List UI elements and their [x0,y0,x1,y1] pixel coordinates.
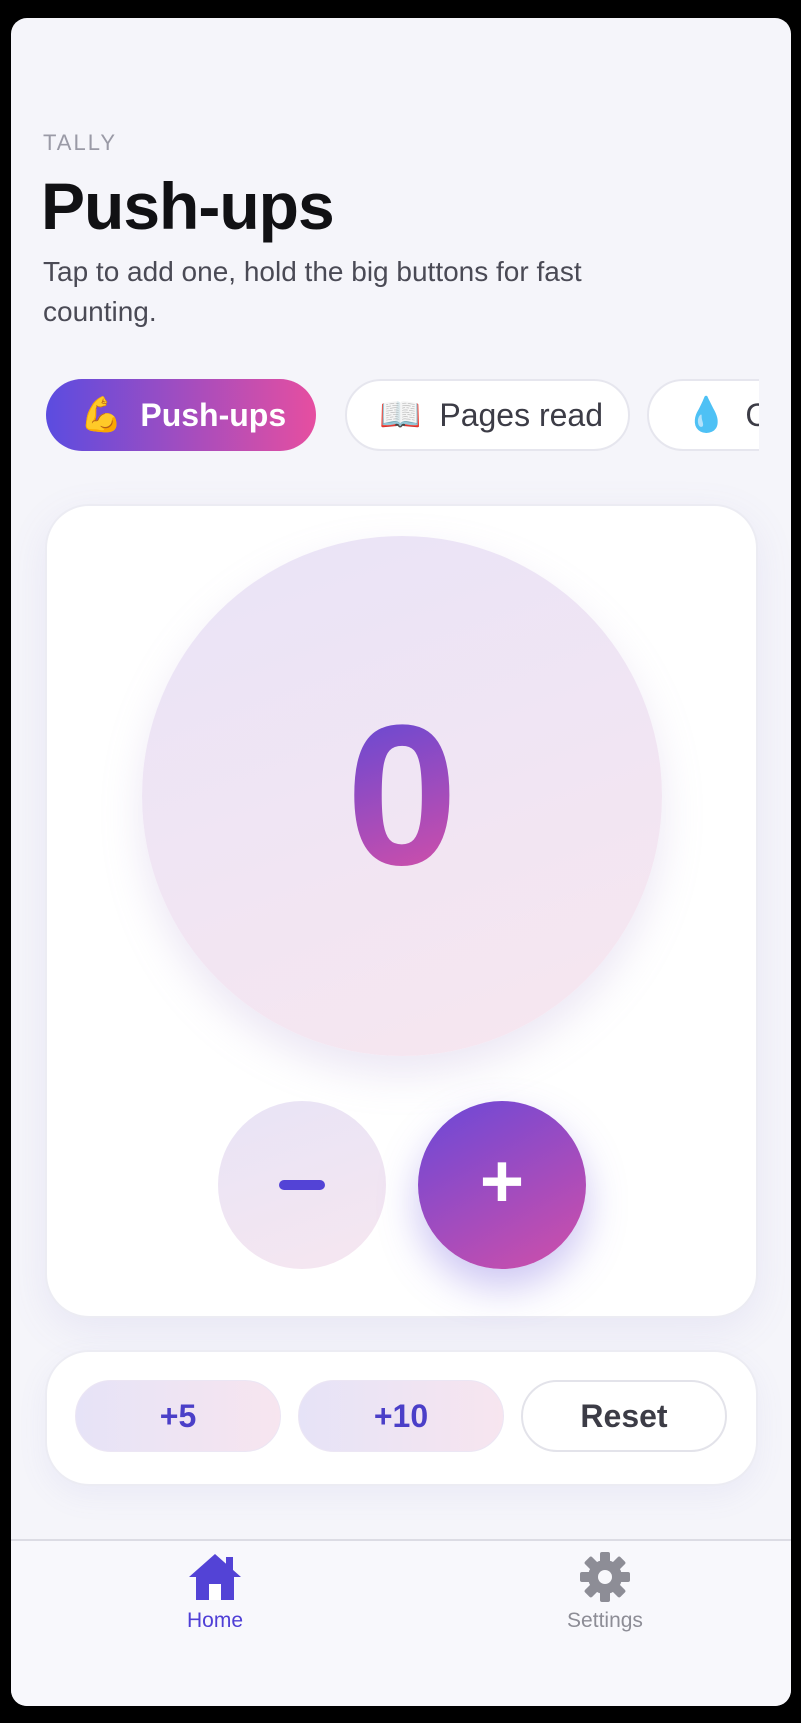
chip-label: Push-ups [140,396,287,433]
minus-icon [279,1180,325,1190]
home-icon [189,1554,241,1600]
chip-label: Pages read [439,396,604,433]
counter-chip-scroller[interactable]: 💪 Push-ups 📖 Pages read 💧 Cups [46,379,759,455]
tab-home[interactable]: Home [145,1551,285,1633]
increment-button[interactable]: + [418,1101,586,1269]
app-eyebrow: TALLY [43,130,117,155]
tab-bar: Home Settings [11,1539,791,1706]
droplet-icon: 💧 [685,396,728,434]
counter-dial[interactable]: 0 [142,536,662,1056]
add-10-button[interactable]: +10 [298,1380,504,1452]
plus-icon: + [479,1139,525,1224]
chip-label: Cups [745,396,759,433]
app-screen: TALLY Push-ups Tap to add one, hold the … [11,18,791,1706]
tab-settings[interactable]: Settings [535,1551,675,1633]
flexed-biceps-icon: 💪 [80,396,123,434]
add-5-button[interactable]: +5 [75,1380,281,1452]
tab-settings-label: Settings [567,1609,643,1632]
open-book-icon: 📖 [379,396,422,434]
page-subtitle: Tap to add one, hold the big buttons for… [43,256,582,327]
quick-actions-bar: +5 +10 Reset [45,1350,758,1486]
page-title: Push-ups [41,169,335,243]
reset-button[interactable]: Reset [521,1380,727,1452]
count-value: 0 [346,684,458,907]
counter-card: 0 + [45,504,758,1318]
gear-icon [580,1552,630,1602]
chip-push-ups[interactable]: 💪 Push-ups [46,379,316,451]
decrement-button[interactable] [218,1101,386,1269]
chip-pages-read[interactable]: 📖 Pages read [345,379,630,451]
chip-cups[interactable]: 💧 Cups [647,379,759,451]
tab-home-label: Home [186,1609,244,1632]
